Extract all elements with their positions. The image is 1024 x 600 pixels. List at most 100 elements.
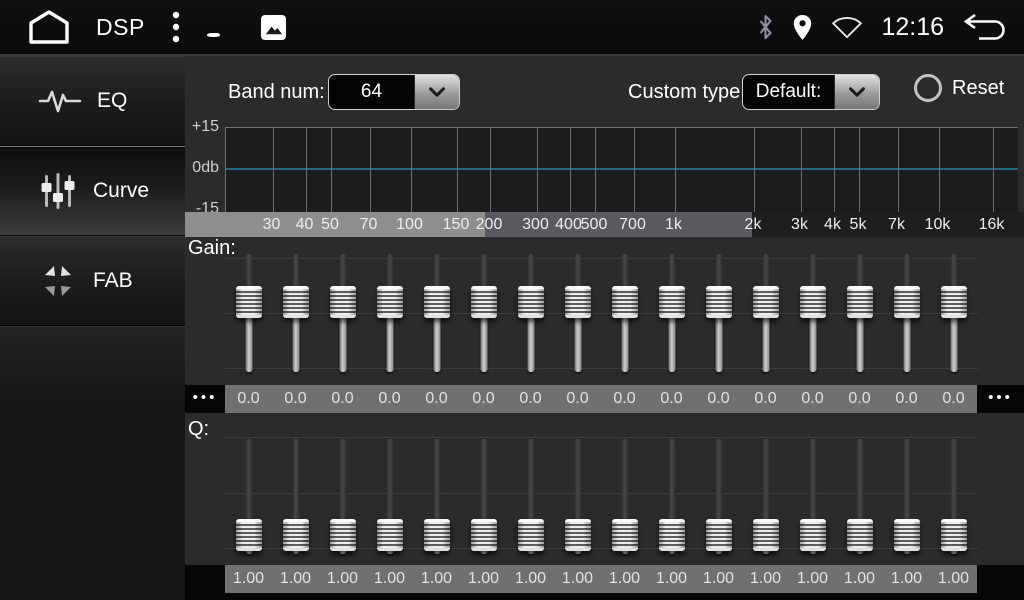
band-num-label: Band num: <box>228 74 325 110</box>
grid-line <box>675 128 676 213</box>
eq-curve-plot[interactable] <box>225 127 1018 213</box>
slider-track <box>339 314 346 372</box>
q-slider[interactable] <box>507 435 554 560</box>
gain-slider[interactable] <box>507 250 554 378</box>
gain-more-right-button[interactable]: ••• <box>977 385 1024 413</box>
grid-line <box>754 128 755 213</box>
q-slider[interactable] <box>883 435 930 560</box>
slider-thumb[interactable] <box>424 286 450 318</box>
gain-slider[interactable] <box>460 250 507 378</box>
custom-type-dropdown[interactable]: Default: <box>742 74 880 110</box>
gain-more-left-button[interactable]: ••• <box>185 385 225 413</box>
slider-thumb[interactable] <box>753 286 779 318</box>
q-slider[interactable] <box>930 435 977 560</box>
slider-thumb[interactable] <box>518 519 544 551</box>
gain-slider[interactable] <box>413 250 460 378</box>
gallery-icon[interactable] <box>261 15 286 40</box>
home-icon[interactable] <box>28 9 70 45</box>
back-icon[interactable] <box>962 12 1008 42</box>
slider-thumb[interactable] <box>565 286 591 318</box>
slider-thumb[interactable] <box>377 519 403 551</box>
gain-slider[interactable] <box>648 250 695 378</box>
chevron-down-icon[interactable] <box>414 75 459 109</box>
grid-line <box>993 128 994 213</box>
q-slider[interactable] <box>319 435 366 560</box>
gain-slider[interactable] <box>319 250 366 378</box>
slider-thumb[interactable] <box>377 286 403 318</box>
q-slider[interactable] <box>272 435 319 560</box>
frequency-axis[interactable]: 304050701001502003004005007001k2k3k4k5k7… <box>185 212 1024 237</box>
slider-thumb[interactable] <box>424 519 450 551</box>
q-slider[interactable] <box>836 435 883 560</box>
slider-thumb[interactable] <box>941 519 967 551</box>
q-slider[interactable] <box>460 435 507 560</box>
slider-thumb[interactable] <box>565 519 591 551</box>
gain-slider[interactable] <box>272 250 319 378</box>
slider-thumb[interactable] <box>894 519 920 551</box>
slider-thumb[interactable] <box>471 519 497 551</box>
gain-slider[interactable] <box>225 250 272 378</box>
q-slider[interactable] <box>554 435 601 560</box>
reset-button[interactable]: Reset <box>914 74 1004 102</box>
q-slider[interactable] <box>601 435 648 560</box>
gain-slider[interactable] <box>883 250 930 378</box>
slider-thumb[interactable] <box>894 286 920 318</box>
eq-waveform-icon <box>38 84 82 118</box>
sidebar-empty <box>0 326 185 600</box>
q-slider[interactable] <box>366 435 413 560</box>
chevron-down-icon[interactable] <box>834 75 879 109</box>
gain-slider[interactable] <box>930 250 977 378</box>
slider-thumb[interactable] <box>283 519 309 551</box>
gain-slider[interactable] <box>601 250 648 378</box>
slider-thumb[interactable] <box>941 286 967 318</box>
slider-thumb[interactable] <box>659 519 685 551</box>
slider-thumb[interactable] <box>283 286 309 318</box>
q-values-strip: 1.001.001.001.001.001.001.001.001.001.00… <box>225 565 977 593</box>
q-slider[interactable] <box>225 435 272 560</box>
q-value: 1.00 <box>742 565 789 593</box>
sidebar-item-fab[interactable]: FAB <box>0 236 185 326</box>
q-slider[interactable] <box>648 435 695 560</box>
q-value: 1.00 <box>601 565 648 593</box>
slider-thumb[interactable] <box>612 286 638 318</box>
freq-tick-label: 1k <box>665 212 682 237</box>
slider-thumb[interactable] <box>659 286 685 318</box>
grid-line <box>634 128 635 213</box>
slider-thumb[interactable] <box>800 286 826 318</box>
slider-thumb[interactable] <box>330 519 356 551</box>
freq-tick-label: 5k <box>850 212 867 237</box>
gain-slider[interactable] <box>695 250 742 378</box>
slider-track <box>480 439 487 527</box>
q-value: 1.00 <box>413 565 460 593</box>
slider-thumb[interactable] <box>236 286 262 318</box>
slider-thumb[interactable] <box>847 286 873 318</box>
sidebar-item-eq[interactable]: EQ <box>0 56 185 146</box>
q-slider[interactable] <box>413 435 460 560</box>
slider-thumb[interactable] <box>706 286 732 318</box>
slider-thumb[interactable] <box>800 519 826 551</box>
q-slider[interactable] <box>695 435 742 560</box>
gain-slider[interactable] <box>742 250 789 378</box>
gain-slider[interactable] <box>789 250 836 378</box>
slider-track <box>386 314 393 372</box>
slider-thumb[interactable] <box>753 519 779 551</box>
sidebar-item-curve[interactable]: Curve <box>0 146 185 236</box>
kebab-menu-icon[interactable] <box>171 9 181 45</box>
gain-slider[interactable] <box>366 250 413 378</box>
slider-thumb[interactable] <box>471 286 497 318</box>
reset-radio-icon[interactable] <box>914 74 942 102</box>
slider-thumb[interactable] <box>706 519 732 551</box>
slider-thumb[interactable] <box>236 519 262 551</box>
slider-thumb[interactable] <box>612 519 638 551</box>
q-slider[interactable] <box>789 435 836 560</box>
slider-thumb[interactable] <box>330 286 356 318</box>
gain-slider[interactable] <box>554 250 601 378</box>
slider-thumb[interactable] <box>847 519 873 551</box>
slider-thumb[interactable] <box>518 286 544 318</box>
sidebar-item-label: EQ <box>97 89 127 113</box>
band-num-dropdown[interactable]: 64 <box>328 74 460 110</box>
clover-apps-icon[interactable] <box>207 13 235 41</box>
q-slider[interactable] <box>742 435 789 560</box>
grid-line <box>490 128 491 213</box>
gain-slider[interactable] <box>836 250 883 378</box>
